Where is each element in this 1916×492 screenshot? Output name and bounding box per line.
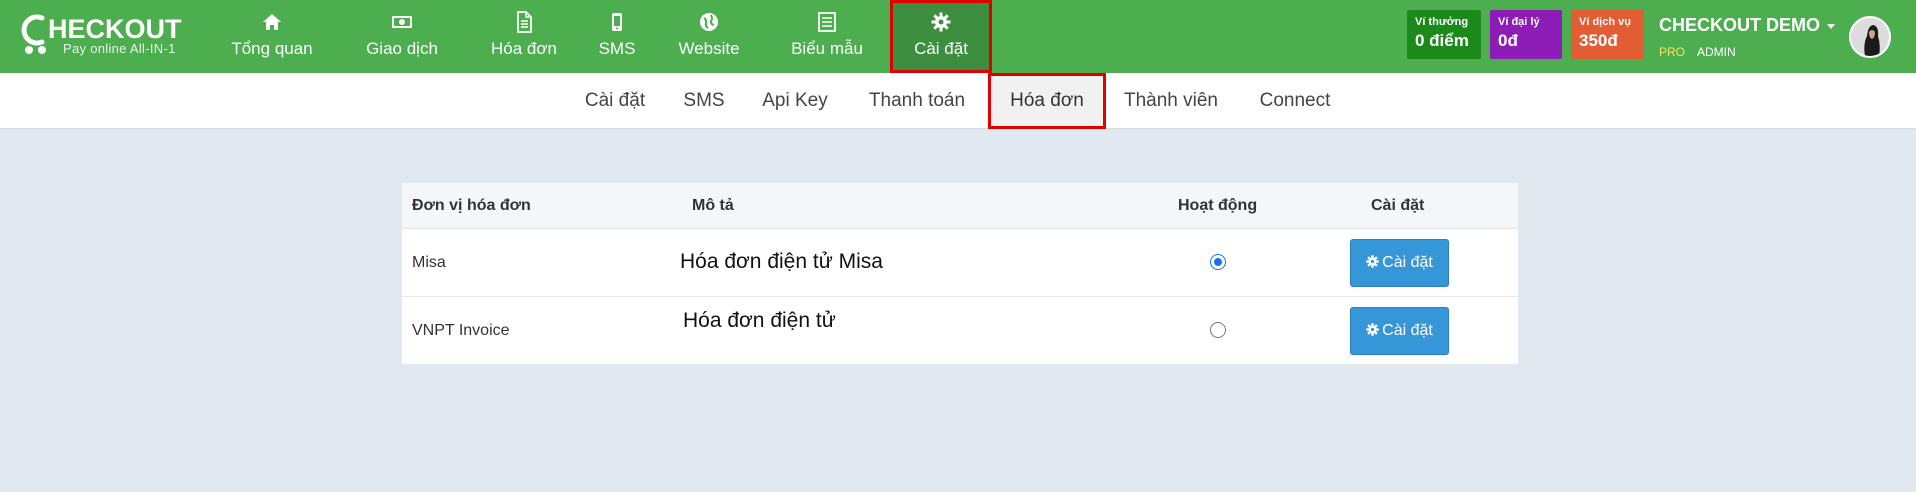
active-radio[interactable] [1210, 254, 1226, 270]
settings-button-label: Cài đặt [1382, 254, 1433, 271]
table-row: Misa Hóa đơn điện tử Misa Cài đặt [402, 229, 1518, 297]
provider-name: VNPT Invoice [412, 322, 510, 339]
settings-button-label: Cài đặt [1382, 322, 1433, 339]
phone-icon [612, 13, 622, 31]
header-active: Hoạt động [1178, 197, 1258, 214]
nav-item-label: Hóa đơn [491, 39, 557, 58]
nav-item-label: Giao dịch [366, 39, 438, 58]
document-icon [517, 11, 532, 33]
tab-api-key[interactable]: Api Key [754, 73, 836, 128]
account-menu[interactable]: CHECKOUT DEMO PRO ADMIN [1659, 13, 1835, 61]
nav-item-settings[interactable]: Cài đặt [890, 0, 992, 73]
nav-item-label: Website [678, 39, 740, 58]
logo[interactable]: HECKOUT Pay online All-IN-1 [18, 12, 188, 58]
top-navbar: HECKOUT Pay online All-IN-1 Tổng quan Gi… [0, 0, 1916, 73]
wallet-label: Ví dịch vụ [1579, 16, 1631, 28]
tab-settings[interactable]: Cài đặt [576, 73, 654, 128]
account-role: ADMIN [1697, 45, 1736, 59]
nav-item-forms[interactable]: Biểu mẫu [786, 0, 868, 73]
nav-item-overview[interactable]: Tổng quan [222, 0, 322, 73]
header-settings: Cài đặt [1371, 197, 1425, 214]
active-radio[interactable] [1210, 322, 1226, 338]
tab-payment[interactable]: Thanh toán [858, 73, 976, 128]
nav-item-transactions[interactable]: Giao dịch [352, 0, 452, 73]
provider-name: Misa [412, 254, 446, 271]
provider-description: Hóa đơn điện tử Misa [680, 250, 883, 273]
form-icon [818, 12, 836, 32]
home-icon [263, 14, 281, 30]
gear-icon [931, 12, 951, 32]
tab-members[interactable]: Thành viên [1116, 73, 1226, 128]
account-plan: PRO [1659, 45, 1686, 59]
globe-icon [700, 13, 718, 31]
table-header: Đơn vị hóa đơn Mô tả Hoạt động Cài đặt [402, 183, 1518, 229]
tab-connect[interactable]: Connect [1252, 73, 1338, 128]
wallet-value: 0 điểm [1415, 31, 1469, 50]
settings-subnav: Cài đặt SMS Api Key Thanh toán Hóa đơn T… [0, 73, 1916, 129]
nav-item-label: Biểu mẫu [791, 39, 863, 58]
invoice-provider-table: Đơn vị hóa đơn Mô tả Hoạt động Cài đặt M… [402, 183, 1518, 365]
header-description: Mô tả [692, 197, 734, 214]
money-icon [392, 16, 412, 28]
nav-item-label: Cài đặt [914, 39, 968, 58]
nav-item-invoices[interactable]: Hóa đơn [478, 0, 570, 73]
wallet-label: Ví đại lý [1498, 16, 1540, 28]
avatar[interactable] [1849, 16, 1891, 58]
settings-button[interactable]: Cài đặt [1350, 239, 1449, 287]
gear-icon [1366, 255, 1379, 268]
nav-item-website[interactable]: Website [672, 0, 746, 73]
brand-title: HECKOUT [48, 14, 182, 44]
wallet-agency[interactable]: Ví đại lý 0đ [1490, 10, 1562, 59]
header-unit: Đơn vị hóa đơn [412, 197, 531, 214]
wallet-service[interactable]: Ví dịch vụ 350đ [1571, 10, 1644, 59]
wallet-value: 0đ [1498, 31, 1518, 50]
cart-logo-icon [21, 14, 46, 54]
provider-description: Hóa đơn điện tử [683, 309, 836, 332]
nav-item-label: Tổng quan [231, 39, 313, 58]
wallet-reward[interactable]: Ví thưởng 0 điểm [1407, 10, 1481, 59]
wallet-label: Ví thưởng [1415, 16, 1469, 28]
brand-tagline: Pay online All-IN-1 [63, 41, 176, 56]
table-row: VNPT Invoice Hóa đơn điện tử Cài đặt [402, 297, 1518, 365]
chevron-down-icon [1827, 24, 1835, 29]
tab-invoice[interactable]: Hóa đơn [988, 73, 1106, 129]
gear-icon [1366, 323, 1379, 336]
wallet-value: 350đ [1579, 31, 1618, 50]
tab-sms[interactable]: SMS [676, 73, 732, 128]
account-name: CHECKOUT DEMO [1659, 15, 1820, 35]
nav-item-label: SMS [598, 39, 636, 58]
settings-button[interactable]: Cài đặt [1350, 307, 1449, 355]
nav-item-sms[interactable]: SMS [592, 0, 642, 73]
avatar-image [1851, 18, 1889, 56]
